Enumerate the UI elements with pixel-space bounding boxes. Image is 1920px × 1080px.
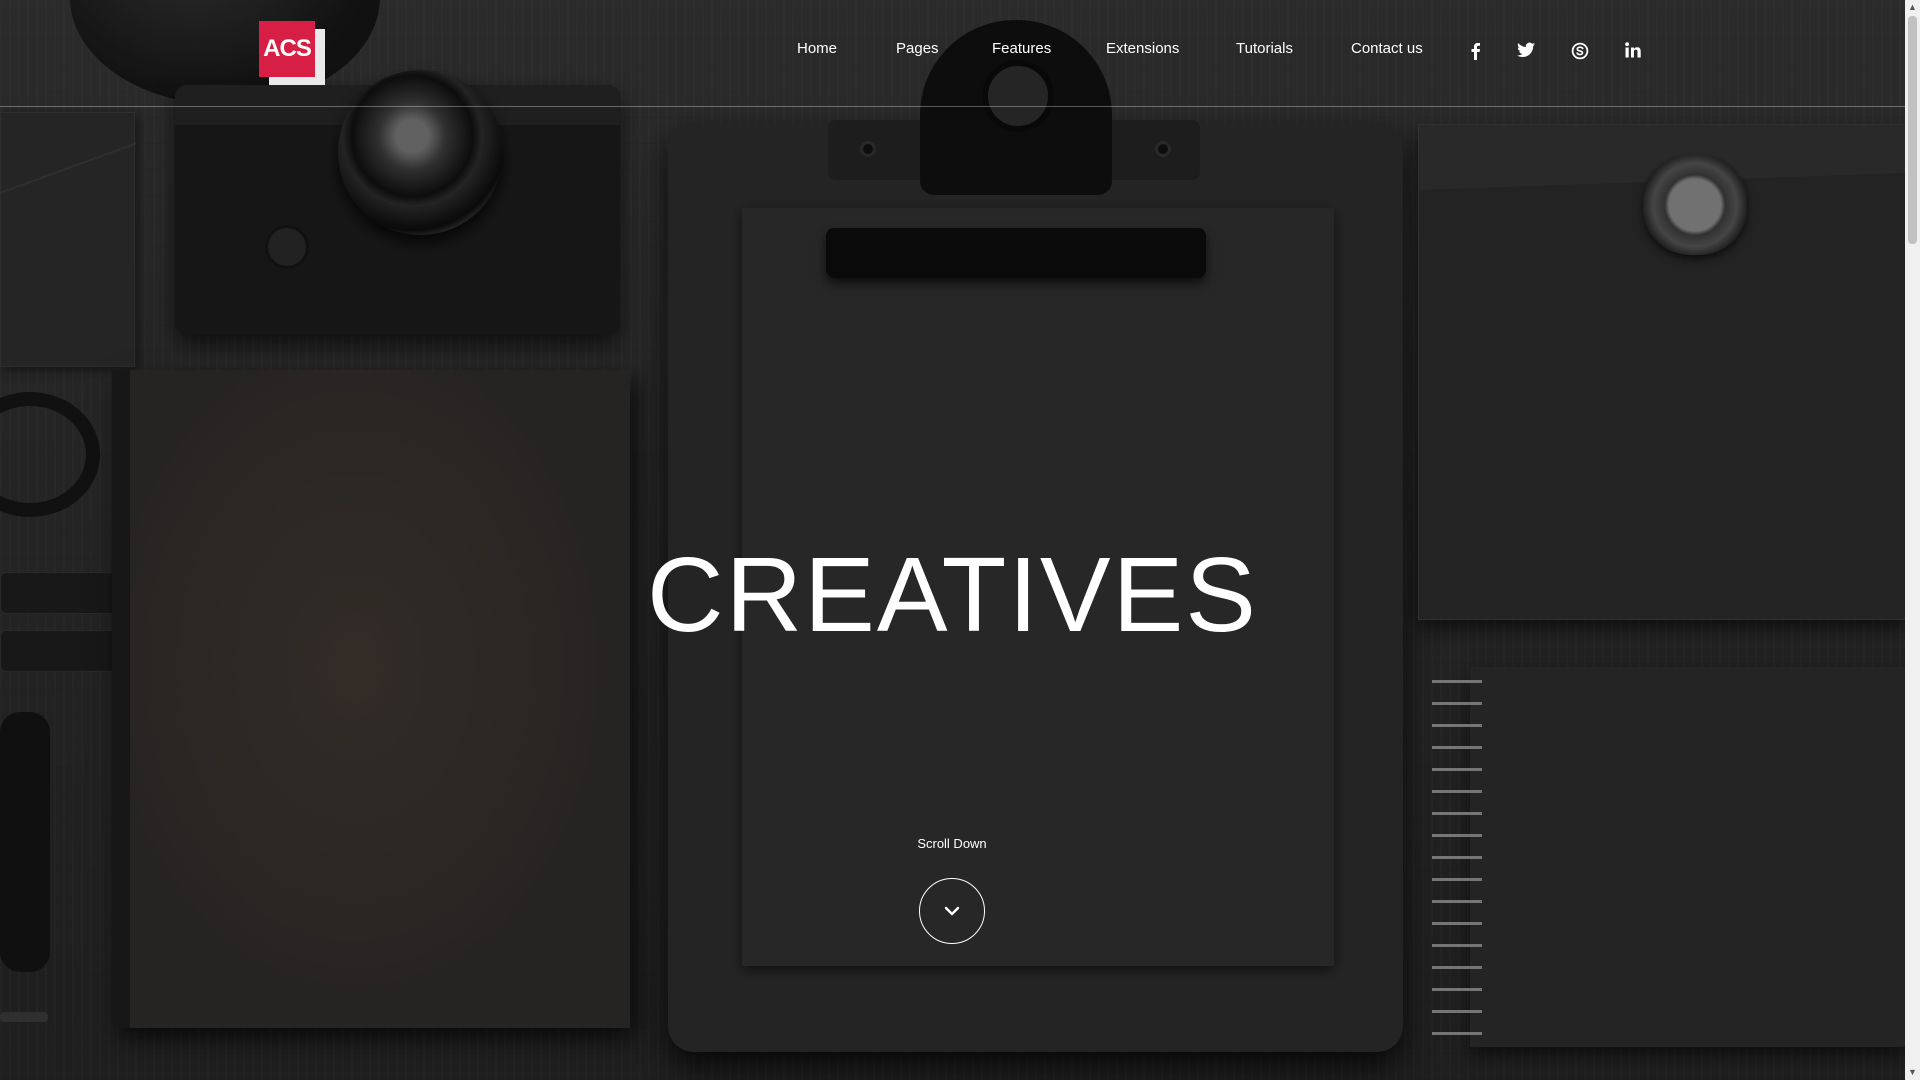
logo-text: ACS <box>259 21 315 77</box>
hero-title: CREATIVES <box>647 536 1258 654</box>
skype-icon[interactable] <box>1568 42 1592 66</box>
nav-item-pages[interactable]: Pages <box>896 40 939 57</box>
page: ACS Home Pages Features Extensions Tutor… <box>0 0 1920 1080</box>
nav-item-home[interactable]: Home <box>797 40 837 57</box>
nav-item-contact-us[interactable]: Contact us <box>1351 40 1423 57</box>
facebook-icon[interactable] <box>1463 42 1487 66</box>
chevron-down-icon <box>944 906 960 916</box>
scrollbar-thumb[interactable] <box>1908 16 1917 244</box>
header-divider <box>0 106 1905 107</box>
scroll-down-arrow-icon[interactable]: ▼ <box>1905 1065 1920 1080</box>
page-scrollbar[interactable]: ▲ ▼ <box>1905 0 1920 1080</box>
scroll-up-arrow-icon[interactable]: ▲ <box>1905 0 1920 15</box>
twitter-icon[interactable] <box>1514 42 1538 66</box>
logo[interactable]: ACS <box>259 21 325 85</box>
scroll-down-label: Scroll Down <box>917 836 987 851</box>
scroll-down-button[interactable] <box>919 878 985 944</box>
nav-item-extensions[interactable]: Extensions <box>1106 40 1179 57</box>
linkedin-icon[interactable] <box>1621 42 1645 66</box>
nav-item-features[interactable]: Features <box>992 40 1051 57</box>
nav-item-tutorials[interactable]: Tutorials <box>1236 40 1293 57</box>
